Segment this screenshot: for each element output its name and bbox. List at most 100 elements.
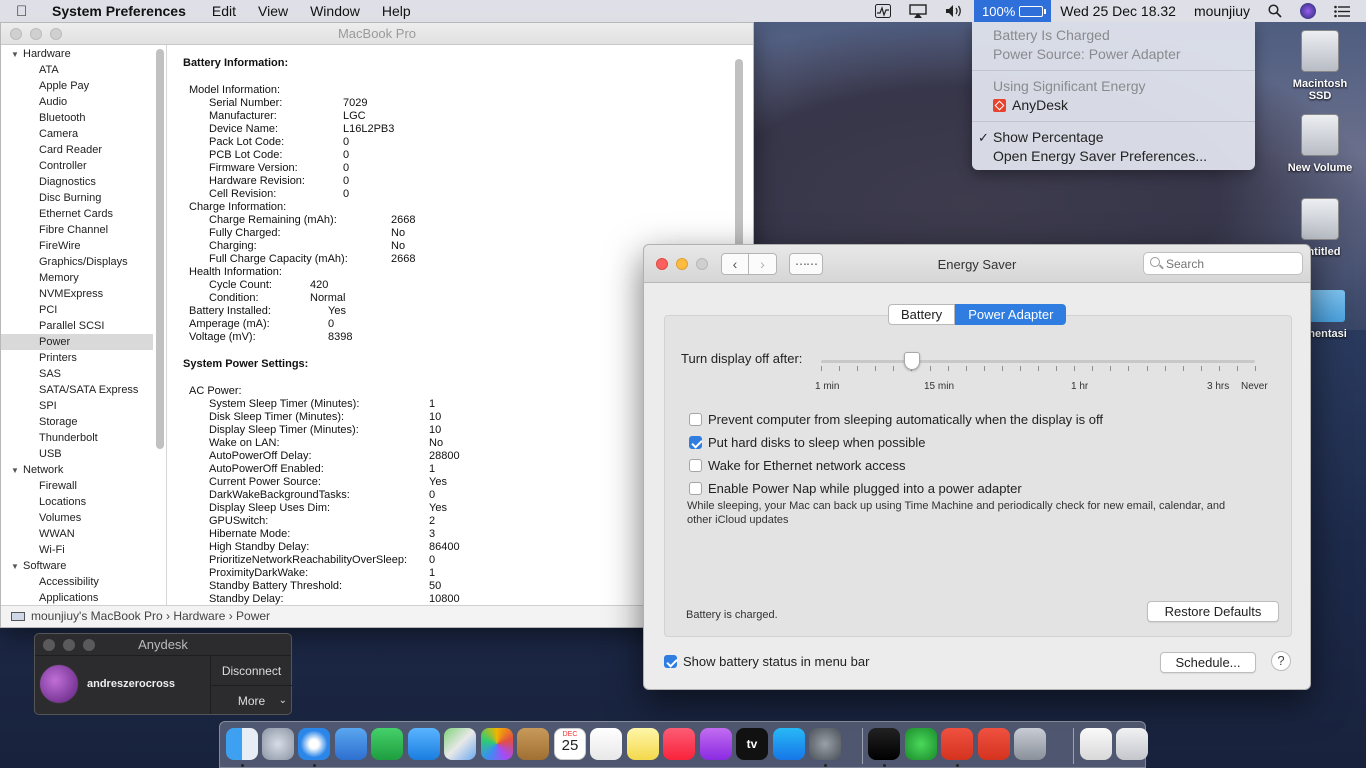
tv-icon[interactable]: tv [736, 728, 768, 760]
tree-item[interactable]: Parallel SCSI [1, 318, 153, 334]
schedule-button[interactable]: Schedule... [1160, 652, 1256, 673]
power-nap-option[interactable]: Enable Power Nap while plugged into a po… [689, 481, 1022, 496]
tree-item[interactable]: Controller [1, 158, 153, 174]
forward-button[interactable]: › [749, 253, 777, 275]
prevent-sleep-option[interactable]: Prevent computer from sleeping automatic… [689, 412, 1103, 427]
tree-item[interactable]: Wi-Fi [1, 542, 153, 558]
minimize-button[interactable] [676, 258, 688, 270]
tree-item[interactable]: Ethernet Cards [1, 206, 153, 222]
zoom-button[interactable] [696, 258, 708, 270]
tree-item[interactable]: Printers [1, 350, 153, 366]
prevent-sleep-checkbox[interactable] [689, 413, 702, 426]
split-divider[interactable] [166, 45, 167, 605]
tree-item[interactable]: Accessibility [1, 574, 153, 590]
help-button[interactable]: ? [1271, 651, 1291, 671]
tree-scrollbar[interactable] [156, 49, 164, 449]
tree-item[interactable]: Diagnostics [1, 174, 153, 190]
tree-item[interactable]: Memory [1, 270, 153, 286]
show-battery-status-checkbox[interactable] [664, 655, 677, 668]
tree-item[interactable]: Disc Burning [1, 190, 153, 206]
music-icon[interactable] [663, 728, 695, 760]
wake-ethernet-option[interactable]: Wake for Ethernet network access [689, 458, 906, 473]
disclosure-triangle-icon[interactable]: ▼ [11, 559, 23, 575]
launchpad-icon[interactable] [262, 728, 294, 760]
tree-item[interactable]: ATA [1, 62, 153, 78]
tree-group[interactable]: ▼ Network [1, 462, 153, 478]
tree-item[interactable]: Applications [1, 590, 153, 605]
tab-battery[interactable]: Battery [888, 304, 956, 325]
menu-window[interactable]: Window [310, 3, 360, 19]
activity-icon[interactable] [905, 728, 937, 760]
siri-icon[interactable] [1300, 3, 1316, 19]
menu-edit[interactable]: Edit [212, 3, 236, 19]
search-input[interactable] [1143, 252, 1303, 275]
tree-item[interactable]: Audio [1, 94, 153, 110]
open-energy-prefs-item[interactable]: Open Energy Saver Preferences... [972, 147, 1255, 166]
airplay-icon[interactable] [909, 4, 927, 18]
terminal-icon[interactable] [868, 728, 900, 760]
tree-item[interactable]: Fibre Channel [1, 222, 153, 238]
activity-monitor-icon[interactable] [875, 4, 891, 18]
anydesk-icon[interactable] [941, 728, 973, 760]
facetime-icon[interactable] [371, 728, 403, 760]
spotlight-search-icon[interactable] [1268, 4, 1282, 18]
minimize-button[interactable] [63, 639, 75, 651]
tree-item[interactable]: SAS [1, 366, 153, 382]
more-button[interactable]: More ⌄ [211, 686, 292, 716]
tree-item[interactable]: Storage [1, 414, 153, 430]
tree-item[interactable]: Volumes [1, 510, 153, 526]
tree-item[interactable]: SPI [1, 398, 153, 414]
tree-item[interactable]: Apple Pay [1, 78, 153, 94]
tree-item[interactable]: Bluetooth [1, 110, 153, 126]
finder-icon[interactable] [226, 728, 258, 760]
documents-icon[interactable] [1080, 728, 1112, 760]
photos-icon[interactable] [481, 728, 513, 760]
desktop-icon-new-volume[interactable]: New Volume [1280, 114, 1360, 174]
show-battery-status-option[interactable]: Show battery status in menu bar [664, 654, 869, 669]
disclosure-triangle-icon[interactable]: ▼ [11, 47, 23, 63]
minimize-button[interactable] [30, 28, 42, 40]
safari-icon[interactable] [298, 728, 330, 760]
desktop-icon-macintosh-ssd[interactable]: Macintosh SSD [1280, 30, 1360, 102]
utility-icon[interactable] [1014, 728, 1046, 760]
tree-item[interactable]: PCI [1, 302, 153, 318]
menu-user[interactable]: mounjiuy [1194, 3, 1250, 19]
tree-item[interactable]: Graphics/Displays [1, 254, 153, 270]
volume-icon[interactable] [945, 4, 965, 18]
tree-item[interactable]: Locations [1, 494, 153, 510]
app-store-icon[interactable] [773, 728, 805, 760]
tree-item[interactable]: USB [1, 446, 153, 462]
zoom-button[interactable] [50, 28, 62, 40]
tree-item[interactable]: WWAN [1, 526, 153, 542]
menu-app-name[interactable]: System Preferences [52, 3, 186, 19]
maps-icon[interactable] [444, 728, 476, 760]
menu-help[interactable]: Help [382, 3, 411, 19]
system-preferences-icon[interactable] [809, 728, 841, 760]
show-all-button[interactable]: ⋯⋯ [789, 253, 823, 275]
tree-item[interactable]: SATA/SATA Express [1, 382, 153, 398]
notes-icon[interactable] [627, 728, 659, 760]
notification-center-icon[interactable] [1334, 5, 1350, 18]
display-off-slider-track[interactable] [821, 360, 1255, 363]
wake-ethernet-checkbox[interactable] [689, 459, 702, 472]
power-nap-checkbox[interactable] [689, 482, 702, 495]
tree-item[interactable]: FireWire [1, 238, 153, 254]
tab-power-adapter[interactable]: Power Adapter [955, 304, 1067, 325]
contacts-icon[interactable] [517, 728, 549, 760]
menu-view[interactable]: View [258, 3, 288, 19]
calendar-icon[interactable]: DEC 25 [554, 728, 586, 760]
battery-menu-extra[interactable]: 100% [974, 0, 1052, 22]
tree-item[interactable]: Camera [1, 126, 153, 142]
messages-icon[interactable] [408, 728, 440, 760]
tree-item[interactable]: Card Reader [1, 142, 153, 158]
display-off-slider-thumb[interactable] [904, 352, 921, 370]
tree-item[interactable]: Thunderbolt [1, 430, 153, 446]
reminders-icon[interactable] [590, 728, 622, 760]
trash-icon[interactable] [1116, 728, 1148, 760]
restore-defaults-button[interactable]: Restore Defaults [1147, 601, 1279, 622]
anydesk-icon-2[interactable] [978, 728, 1010, 760]
close-button[interactable] [43, 639, 55, 651]
disconnect-button[interactable]: Disconnect [211, 656, 292, 686]
tree-group[interactable]: ▼ Hardware [1, 46, 153, 62]
tree-item[interactable]: Firewall [1, 478, 153, 494]
